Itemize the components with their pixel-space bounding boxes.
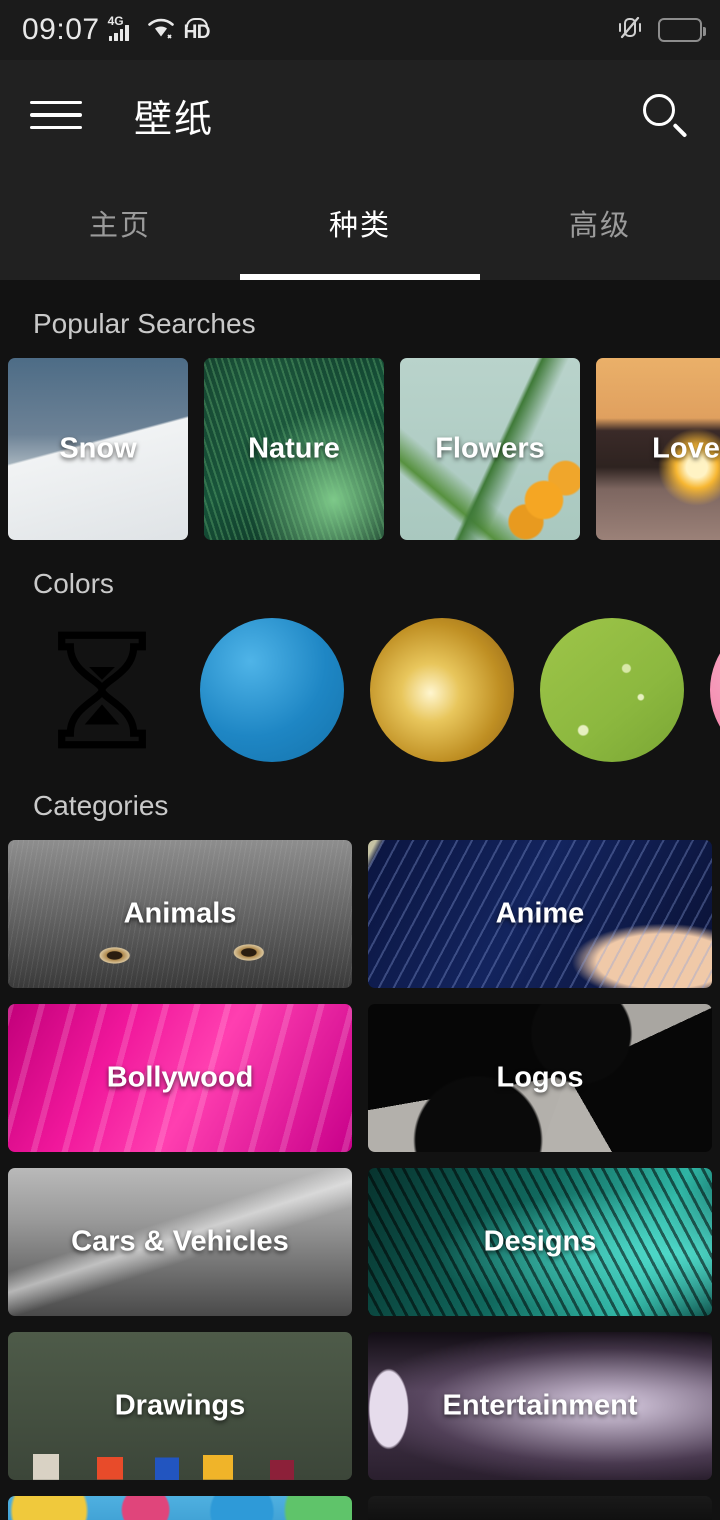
app-bar: 壁纸 <box>0 60 720 170</box>
color-swatch-gold[interactable] <box>370 618 514 762</box>
main-content: Popular Searches Snow Nature Flowers Lov… <box>0 280 720 1520</box>
category-card-animals[interactable]: Animals <box>8 840 352 988</box>
category-card-logos[interactable]: Logos <box>368 1004 712 1152</box>
popular-card-label: Nature <box>248 432 340 465</box>
tab-home[interactable]: 主页 <box>0 170 240 280</box>
category-card-entertainment[interactable]: Entertainment <box>368 1332 712 1480</box>
popular-card-love[interactable]: Love <box>596 358 720 540</box>
color-swatch-pink[interactable] <box>710 618 720 762</box>
colors-title: Colors <box>33 568 114 599</box>
category-card-label: Anime <box>495 897 585 930</box>
category-card-designs[interactable]: Designs <box>368 1168 712 1316</box>
category-card-partial-right[interactable] <box>368 1496 712 1520</box>
categories-grid: Animals Anime Bollywood Logos Cars & Veh… <box>0 840 720 1520</box>
hd-label: HD <box>183 21 211 43</box>
category-card-label: Bollywood <box>106 1061 254 1094</box>
status-bar: 09:07 4G HD <box>0 0 720 60</box>
popular-searches-row[interactable]: Snow Nature Flowers Love <box>0 358 720 540</box>
status-time: 09:07 <box>22 13 100 46</box>
vibrate-icon <box>614 13 646 48</box>
tab-bar: 主页 种类 高级 <box>0 170 720 280</box>
category-card-bollywood[interactable]: Bollywood <box>8 1004 352 1152</box>
popular-card-nature[interactable]: Nature <box>204 358 384 540</box>
hamburger-menu-icon[interactable] <box>30 95 82 135</box>
hd-icon: HD <box>183 17 211 43</box>
battery-icon <box>658 18 706 42</box>
popular-searches-title: Popular Searches <box>33 308 256 339</box>
search-icon[interactable] <box>638 89 690 141</box>
category-card-label: Logos <box>496 1061 584 1094</box>
popular-card-label: Love <box>652 432 720 465</box>
category-card-anime[interactable]: Anime <box>368 840 712 988</box>
color-swatch-green[interactable] <box>540 618 684 762</box>
wifi-icon <box>146 15 176 46</box>
category-card-partial-left[interactable] <box>8 1496 352 1520</box>
popular-card-snow[interactable]: Snow <box>8 358 188 540</box>
color-swatch-blue[interactable] <box>200 618 344 762</box>
popular-card-label: Flowers <box>435 432 545 465</box>
colors-row[interactable] <box>0 618 720 762</box>
category-card-label: Animals <box>123 897 237 930</box>
status-bar-left: 09:07 4G HD <box>22 13 211 47</box>
tab-advanced[interactable]: 高级 <box>480 170 720 280</box>
category-card-label: Cars & Vehicles <box>71 1225 289 1258</box>
categories-title: Categories <box>33 790 169 821</box>
signal-bars-icon: 4G <box>108 14 138 45</box>
category-card-label: Entertainment <box>442 1389 638 1422</box>
tab-categories[interactable]: 种类 <box>240 170 480 280</box>
page-title: 壁纸 <box>134 98 215 141</box>
category-card-cars-and-vehicles[interactable]: Cars & Vehicles <box>8 1168 352 1316</box>
popular-card-label: Snow <box>59 432 137 465</box>
status-bar-right <box>614 13 706 48</box>
category-card-drawings[interactable]: Drawings <box>8 1332 352 1480</box>
category-card-label: Drawings <box>114 1389 246 1422</box>
category-card-label: Designs <box>483 1225 597 1258</box>
hourglass-icon[interactable] <box>30 618 174 762</box>
popular-card-flowers[interactable]: Flowers <box>400 358 580 540</box>
